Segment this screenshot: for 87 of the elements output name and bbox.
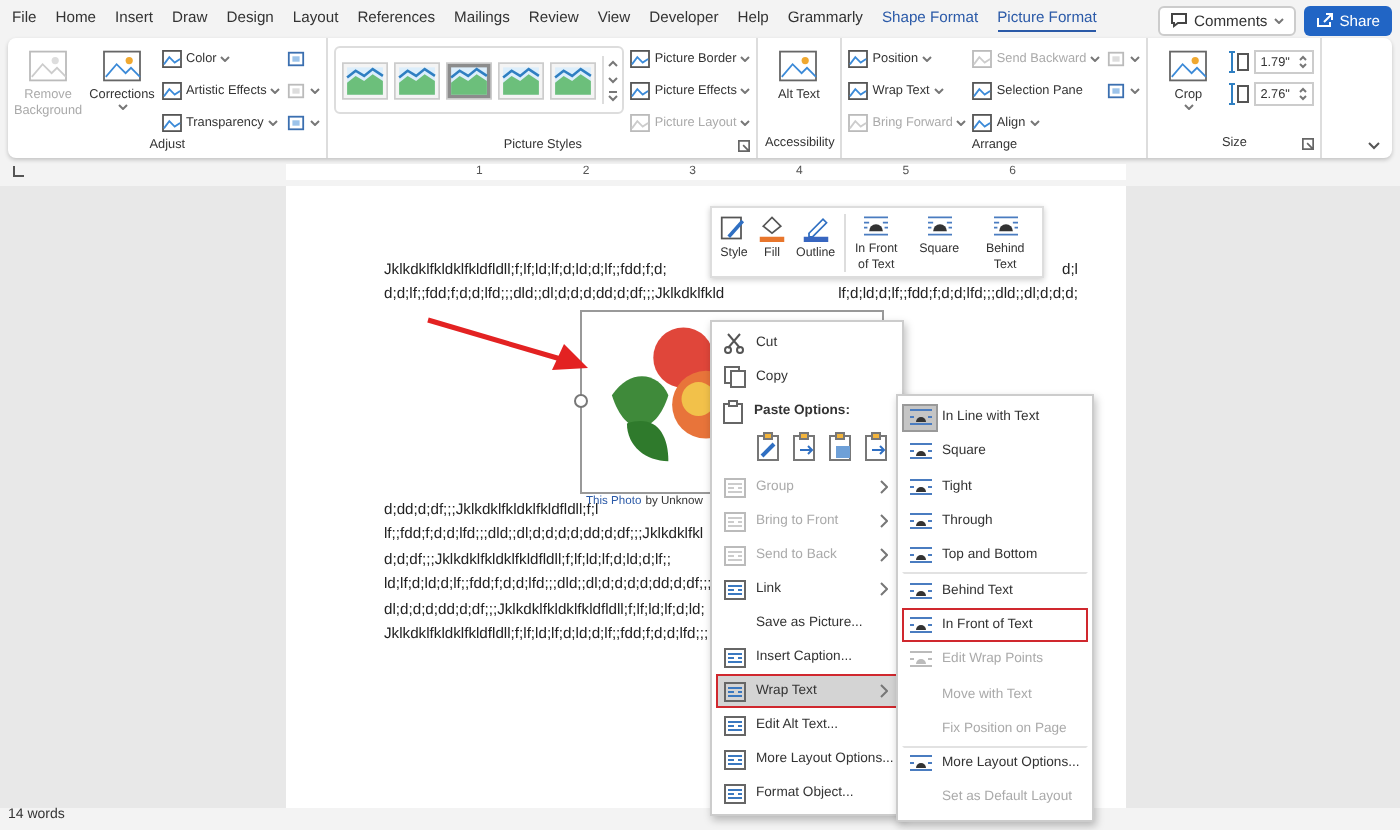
- layout-icon: [723, 749, 745, 769]
- caret-icon: [1130, 55, 1141, 61]
- paint-bucket-icon: [758, 214, 786, 242]
- caret-icon: [740, 55, 751, 61]
- layout-icon: [723, 579, 745, 599]
- dimension-icon: [1228, 50, 1251, 74]
- layout-icon: [723, 647, 745, 667]
- text-wrap-icon: [909, 408, 931, 427]
- caret-icon: [270, 87, 281, 93]
- text-wrap-icon: [909, 650, 931, 669]
- picture-icon: [630, 113, 651, 131]
- layout-icon: [723, 545, 745, 565]
- dialog-launcher-icon[interactable]: [1302, 138, 1315, 150]
- text-wrap-icon: [909, 615, 931, 634]
- layout-icon: [723, 783, 745, 803]
- comment-icon: [1170, 12, 1189, 28]
- text-wrap-icon: [909, 581, 931, 600]
- style-thumbnail[interactable]: [342, 61, 389, 99]
- layout-icon: [723, 715, 745, 735]
- text-wrap-icon: [862, 214, 891, 238]
- dimension-icon: [1228, 82, 1251, 106]
- picture-icon: [848, 81, 869, 99]
- picture-icon: [972, 49, 993, 67]
- picture-icon: [162, 49, 182, 67]
- style-thumbnail[interactable]: [394, 61, 441, 99]
- caret-icon: [267, 119, 278, 125]
- text-wrap-icon: [909, 754, 931, 773]
- dialog-launcher-icon[interactable]: [738, 140, 751, 152]
- frame-icon: [286, 81, 307, 99]
- caret-icon: [1183, 104, 1194, 110]
- clipboard-icon: [722, 399, 744, 423]
- picture-icon: [848, 113, 869, 131]
- caret-icon: [1273, 17, 1284, 23]
- style-thumbnail[interactable]: [550, 61, 597, 99]
- caret-icon: [740, 119, 751, 125]
- picture-icon: [778, 48, 819, 84]
- caret-icon: [1029, 119, 1040, 125]
- picture-icon: [162, 113, 182, 131]
- picture-icon: [972, 81, 993, 99]
- share-icon: [1315, 12, 1334, 28]
- caret-icon: [310, 119, 321, 125]
- tab-selector-icon[interactable]: [12, 166, 24, 178]
- text-wrap-icon: [909, 477, 931, 496]
- caret-icon: [740, 87, 751, 93]
- paste-option-icon[interactable]: [828, 431, 854, 461]
- caret-icon: [1090, 55, 1101, 61]
- style-brush-icon: [720, 214, 748, 242]
- text-wrap-icon: [991, 214, 1020, 238]
- pen-outline-icon: [801, 214, 830, 242]
- paste-option-icon[interactable]: [864, 431, 890, 461]
- picture-icon: [848, 49, 869, 67]
- style-thumbnail[interactable]: [446, 61, 493, 99]
- paste-option-icon[interactable]: [756, 431, 782, 461]
- scissors-icon: [724, 332, 744, 354]
- frame-icon: [1106, 49, 1127, 67]
- copy-icon: [723, 366, 745, 388]
- caret-icon: [1130, 87, 1141, 93]
- paste-option-icon[interactable]: [792, 431, 818, 461]
- layout-icon: [723, 681, 745, 701]
- style-thumbnail[interactable]: [498, 61, 545, 99]
- frame-icon: [286, 113, 307, 131]
- picture-icon: [630, 81, 651, 99]
- spin-arrows-icon: [1298, 54, 1309, 70]
- text-wrap-icon: [909, 512, 931, 531]
- frame-icon: [286, 49, 307, 67]
- text-wrap-icon: [909, 442, 931, 461]
- layout-icon: [723, 511, 745, 531]
- text-wrap-icon: [925, 214, 954, 238]
- layout-icon: [723, 477, 745, 497]
- caret-icon: [310, 87, 321, 93]
- collapse-ribbon-icon[interactable]: [1368, 142, 1380, 150]
- spin-arrows-icon: [1298, 86, 1309, 102]
- caret-icon: [933, 87, 944, 93]
- picture-icon: [162, 81, 182, 99]
- picture-icon: [630, 49, 651, 67]
- picture-icon: [28, 48, 68, 84]
- picture-icon: [102, 48, 142, 84]
- picture-icon: [1168, 48, 1209, 84]
- frame-icon: [1106, 81, 1127, 99]
- caret-icon: [956, 119, 967, 125]
- resize-handle[interactable]: [574, 394, 588, 408]
- text-wrap-icon: [909, 546, 931, 565]
- caret-icon: [220, 55, 231, 61]
- picture-icon: [972, 113, 993, 131]
- caret-icon: [117, 104, 127, 110]
- gallery-scroll-buttons[interactable]: [602, 56, 623, 104]
- caret-icon: [922, 55, 933, 61]
